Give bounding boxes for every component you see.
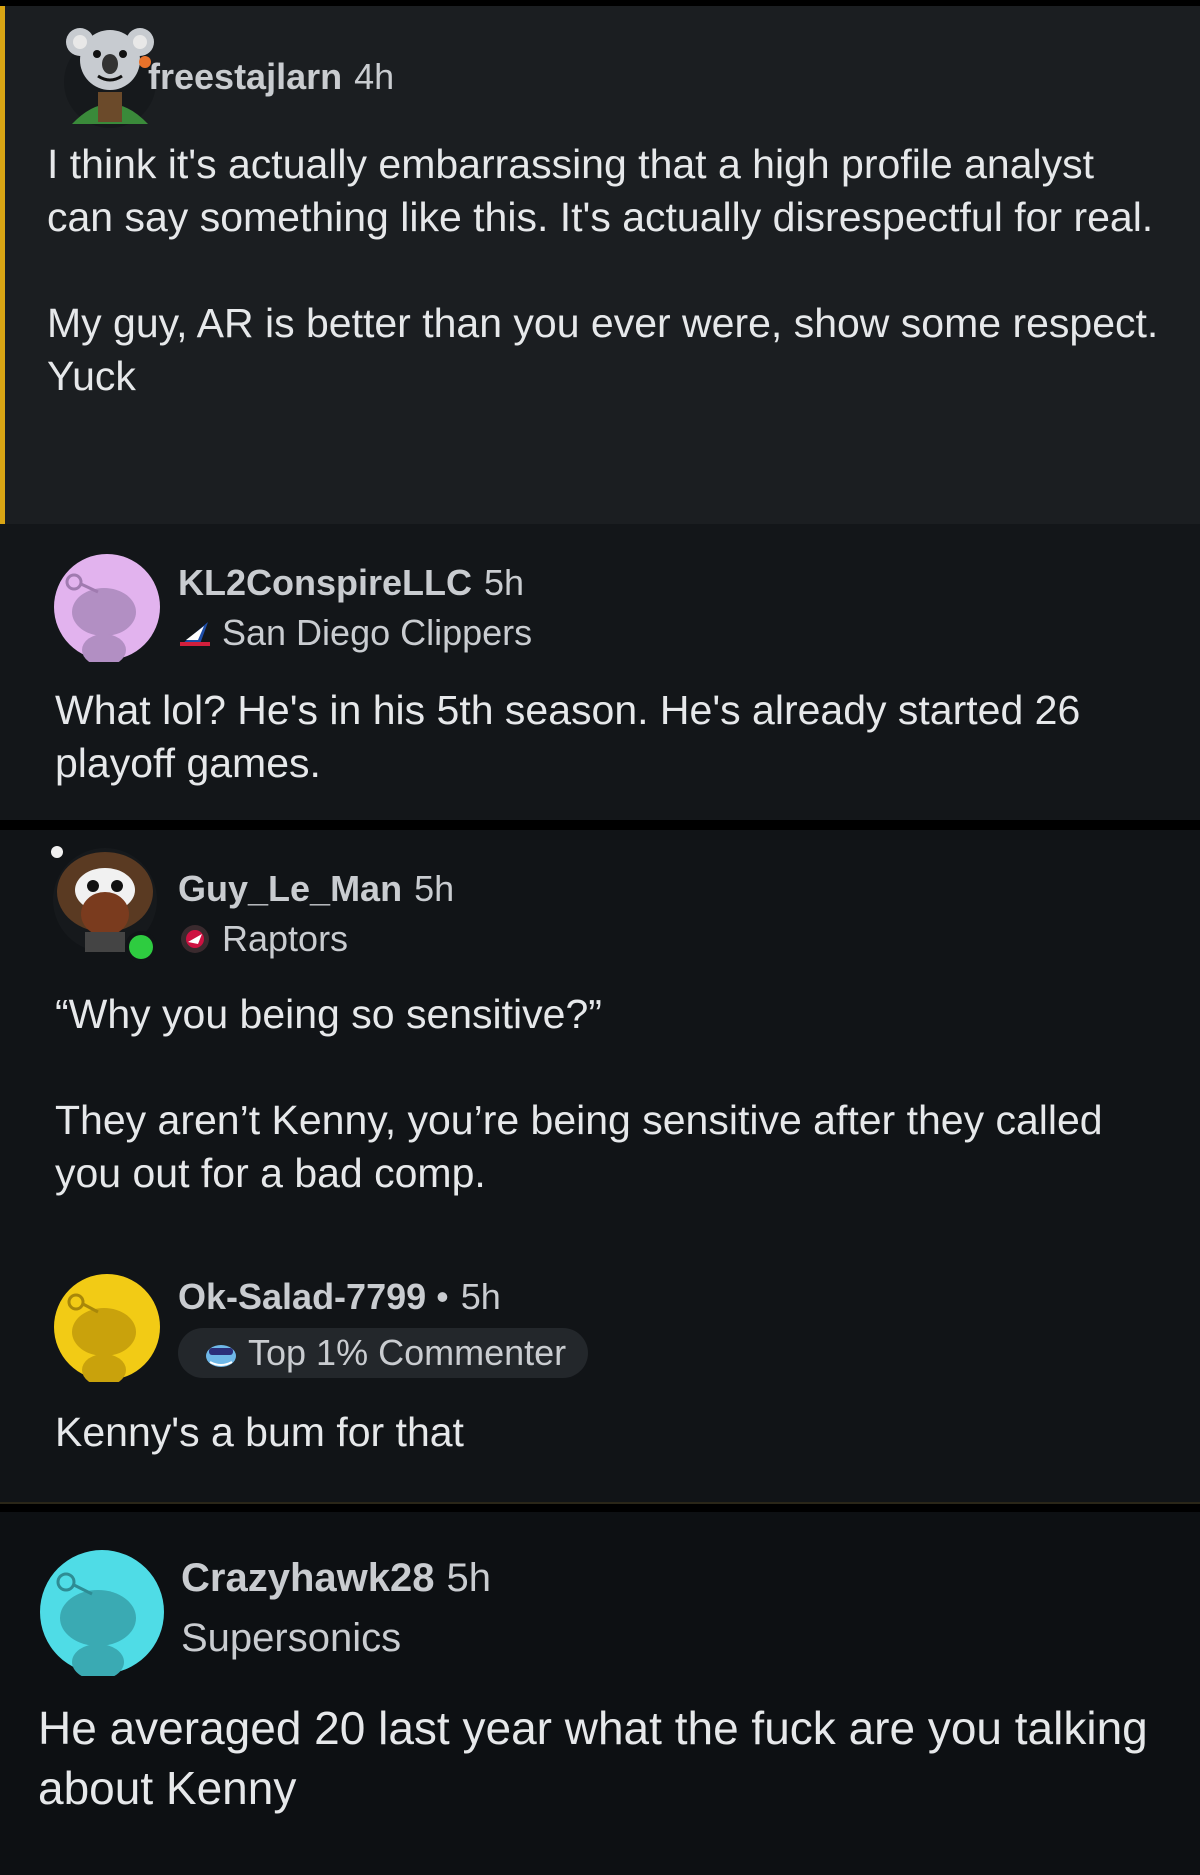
separator-dot: • bbox=[436, 1276, 449, 1317]
comment-body: I think it's actually embarrassing that … bbox=[47, 141, 1159, 399]
username[interactable]: KL2ConspireLLC 5h bbox=[178, 562, 524, 604]
online-status-icon bbox=[125, 931, 157, 963]
user-flair: Raptors bbox=[178, 918, 348, 960]
comment-guy-le-man[interactable]: Guy_Le_Man 5h Raptors “Why you being so s… bbox=[0, 830, 1200, 1236]
divider bbox=[0, 1502, 1200, 1504]
purple-snoo-avatar[interactable] bbox=[52, 552, 162, 662]
user-flair: Top 1% Commenter bbox=[178, 1328, 589, 1378]
comment-body: He averaged 20 last year what the fuck a… bbox=[38, 1702, 1161, 1814]
timestamp: 5h bbox=[484, 562, 525, 603]
timestamp: 4h bbox=[354, 56, 395, 97]
clippers-logo-icon bbox=[180, 622, 210, 646]
yellow-snoo-avatar[interactable] bbox=[52, 1272, 162, 1382]
comment-body: “Why you being so sensitive?” They aren’… bbox=[55, 991, 1103, 1196]
timestamp: 5h bbox=[460, 1276, 501, 1317]
user-flair: Supersonics bbox=[181, 1616, 402, 1660]
comment-body: What lol? He's in his 5th season. He's a… bbox=[55, 687, 1092, 786]
comment-freestajlarn[interactable]: freestajlarn 4h I think it's actually emb… bbox=[0, 6, 1200, 524]
user-flair: San Diego Clippers bbox=[178, 612, 532, 654]
username[interactable]: Crazyhawk28 5h bbox=[181, 1556, 491, 1601]
comment-kl2conspirellc[interactable]: KL2ConspireLLC 5h San Diego Clippers What… bbox=[0, 524, 1200, 820]
timestamp: 5h bbox=[446, 1556, 491, 1600]
comment-body: Kenny's a bum for that bbox=[55, 1409, 464, 1455]
timestamp: 5h bbox=[414, 868, 455, 909]
username[interactable]: Guy_Le_Man 5h bbox=[178, 868, 454, 910]
comment-ok-salad-7799[interactable]: Ok-Salad-7799 • 5h Top 1% Commenter Kenny'… bbox=[0, 1236, 1200, 1504]
raptors-logo-icon bbox=[181, 925, 209, 953]
cyan-snoo-avatar[interactable] bbox=[38, 1548, 166, 1676]
comment-crazyhawk28[interactable]: Crazyhawk28 5h Supersonics He averaged 20… bbox=[0, 1512, 1200, 1875]
username[interactable]: freestajlarn 4h bbox=[148, 56, 394, 98]
username[interactable]: Ok-Salad-7799 • 5h bbox=[178, 1276, 501, 1318]
top-commenter-icon bbox=[206, 1345, 236, 1367]
